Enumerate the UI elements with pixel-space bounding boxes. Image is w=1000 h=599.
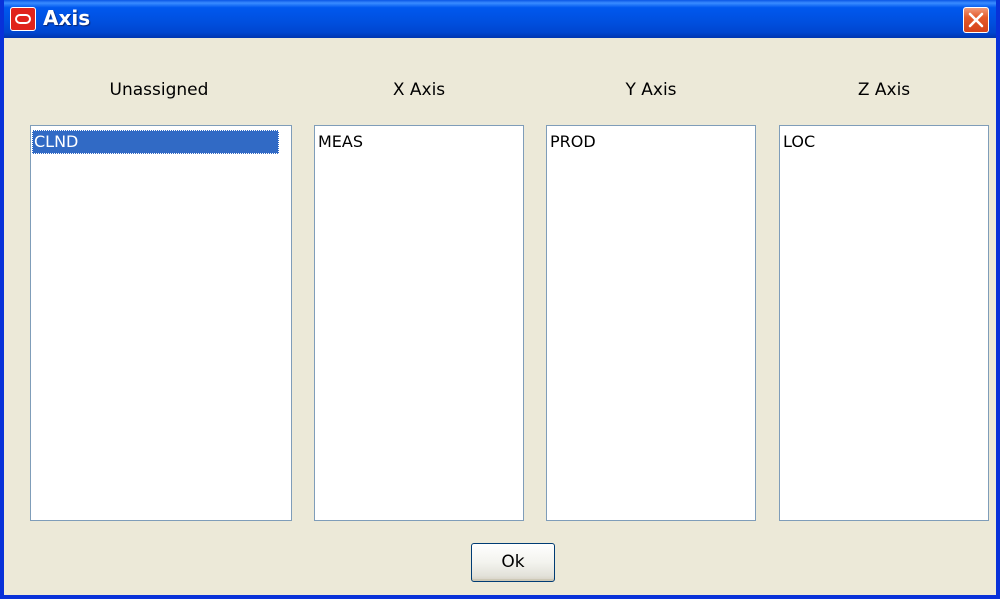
x-axis-label: X Axis	[392, 80, 446, 100]
close-button[interactable]	[963, 7, 989, 33]
unassigned-label: Unassigned	[109, 80, 209, 100]
y-axis-listbox[interactable]: PROD	[546, 125, 756, 521]
z-axis-label: Z Axis	[857, 80, 911, 100]
list-item[interactable]: LOC	[781, 130, 976, 154]
list-item[interactable]: MEAS	[316, 130, 511, 154]
window-title: Axis	[43, 6, 91, 30]
y-axis-label: Y Axis	[625, 80, 677, 100]
title-bar[interactable]: Axis	[4, 0, 996, 38]
axis-dialog: Axis Unassigned X Axis Y Axis Z Axis CLN…	[0, 0, 1000, 599]
x-axis-listbox[interactable]: MEAS	[314, 125, 524, 521]
oracle-logo-icon	[10, 7, 36, 31]
list-item[interactable]: PROD	[548, 130, 743, 154]
list-item[interactable]: CLND	[32, 130, 279, 154]
ok-button[interactable]: Ok	[471, 543, 555, 582]
close-icon	[968, 12, 984, 28]
unassigned-listbox[interactable]: CLND	[30, 125, 292, 521]
z-axis-listbox[interactable]: LOC	[779, 125, 989, 521]
